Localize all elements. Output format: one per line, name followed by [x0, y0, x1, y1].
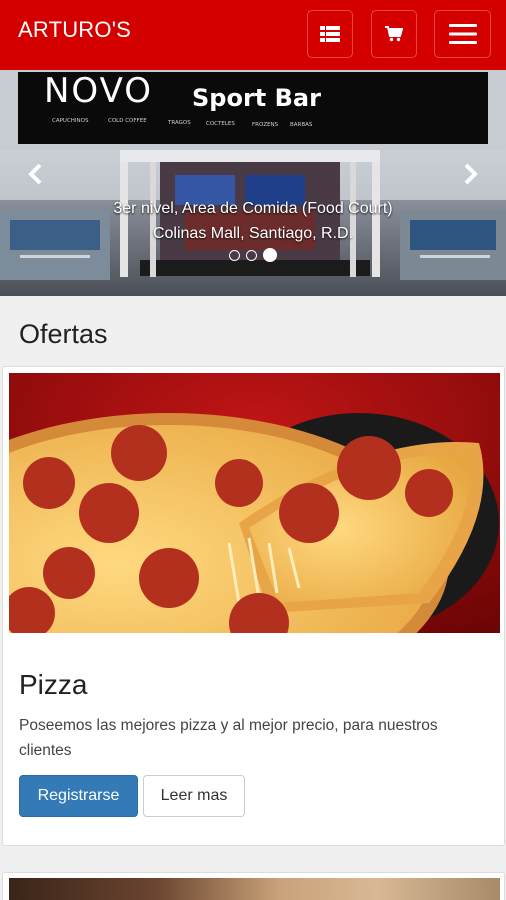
carousel-indicator-3[interactable] — [263, 248, 277, 262]
offer-title: Pizza — [19, 669, 88, 700]
grid-view-button[interactable] — [307, 10, 353, 58]
hero-carousel[interactable]: NOVO Sport Bar CAPUCHINOS COLD COFFEE TR… — [0, 70, 506, 296]
hamburger-menu-icon — [448, 24, 477, 44]
pizza-image — [9, 373, 500, 633]
carousel-indicators — [229, 248, 277, 262]
top-navbar: ARTURO'S — [0, 0, 506, 70]
carousel-slide-image: NOVO Sport Bar CAPUCHINOS COLD COFFEE TR… — [0, 70, 506, 296]
offer-card-next — [2, 872, 505, 900]
sign-menu-item: CAPUCHINOS — [52, 118, 89, 124]
sign-menu-item: BARBAS — [290, 122, 313, 128]
carousel-indicator-2[interactable] — [246, 249, 257, 261]
grid-icon — [320, 26, 340, 42]
sign-name-text: Sport Bar — [192, 84, 321, 112]
offer-image — [9, 878, 500, 900]
sign-menu-item: TRAGOS — [167, 120, 191, 126]
offer-card: Pizza Poseemos las mejores pizza y al me… — [2, 366, 505, 846]
chevron-left-icon — [28, 163, 42, 185]
cart-icon — [385, 26, 403, 42]
read-more-button[interactable]: Leer mas — [143, 775, 245, 817]
cart-button[interactable] — [371, 10, 417, 58]
sign-menu-item: COLD COFFEE — [108, 118, 147, 124]
carousel-caption-line2: Colinas Mall, Santiago, R.D. — [152, 225, 354, 242]
register-button[interactable]: Registrarse — [19, 775, 138, 817]
carousel-next-button[interactable] — [456, 160, 484, 188]
carousel-caption-line1: 3er nivel, Area de Comida (Food Court) — [113, 200, 393, 217]
sign-menu-item: COCTELES — [206, 121, 235, 127]
offer-image — [9, 373, 500, 633]
carousel-indicator-1[interactable] — [229, 249, 240, 261]
offer-description: Poseemos las mejores pizza y al mejor pr… — [19, 717, 438, 759]
chevron-right-icon — [464, 163, 478, 185]
carousel-prev-button[interactable] — [22, 160, 50, 188]
sign-logo-text: NOVO — [44, 71, 153, 111]
section-title: Ofertas — [19, 319, 108, 349]
sign-menu-item: FROZENS — [252, 122, 279, 128]
menu-toggle-button[interactable] — [434, 10, 491, 58]
brand-title[interactable]: ARTURO'S — [18, 17, 131, 43]
